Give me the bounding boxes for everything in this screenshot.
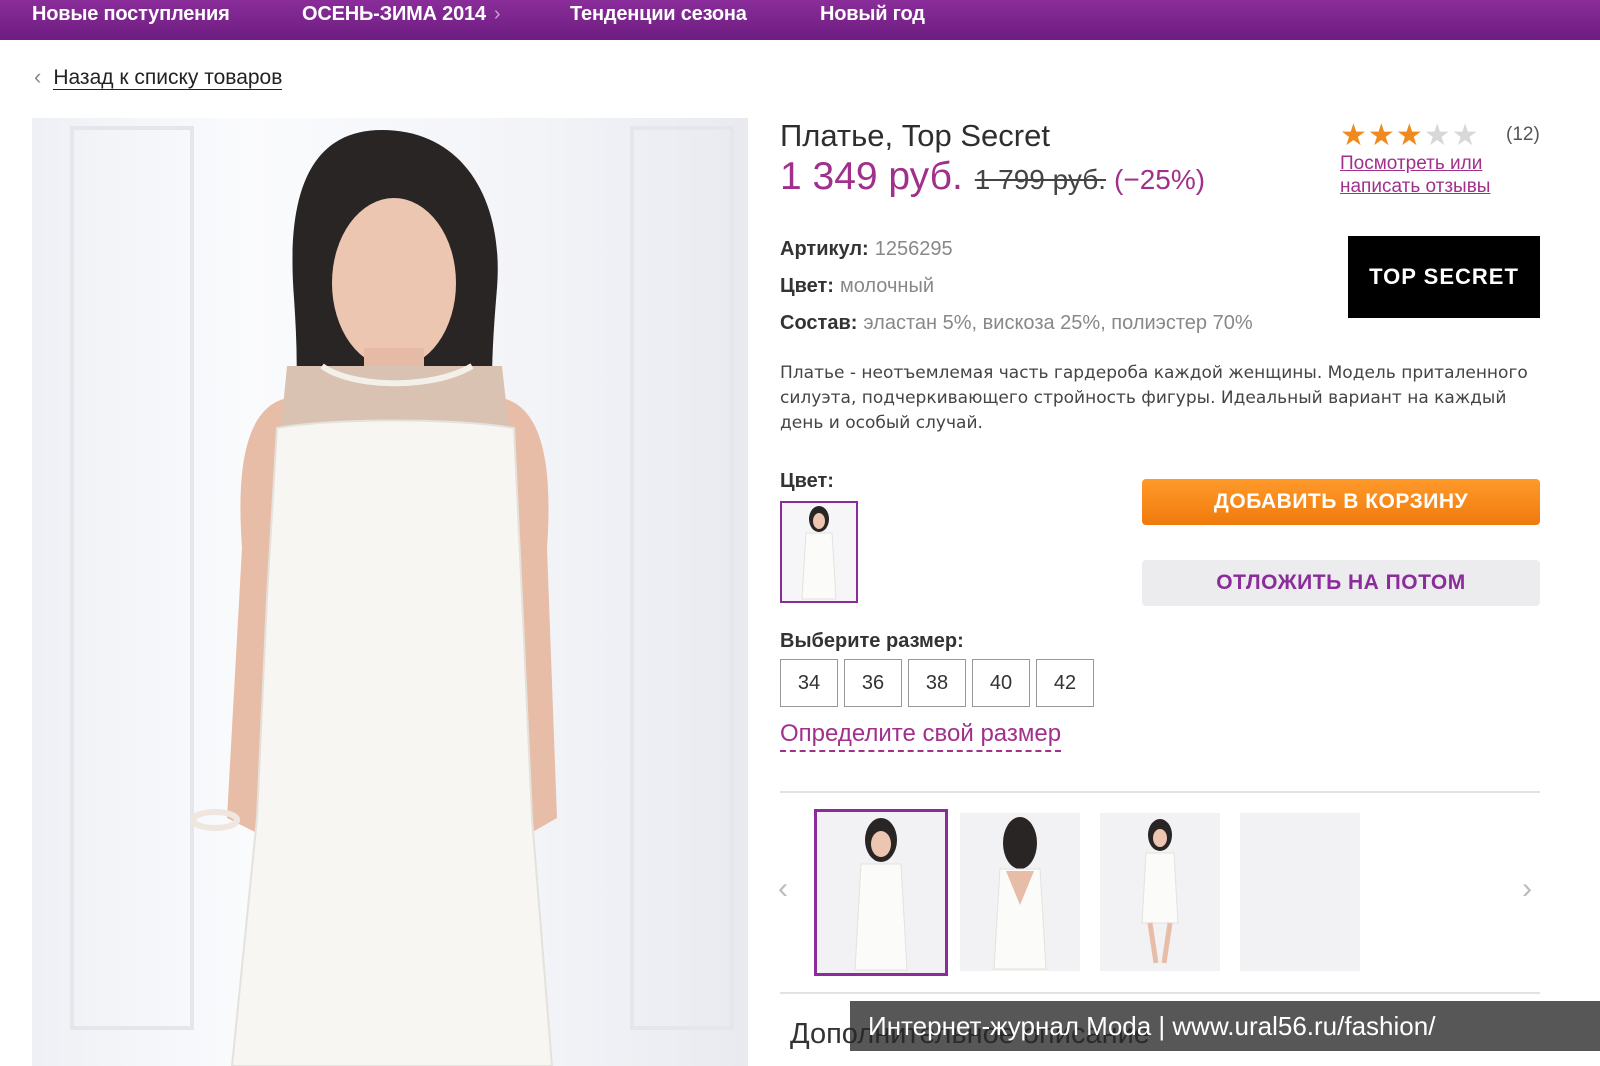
star-icon[interactable]: ★ bbox=[1340, 119, 1368, 152]
swatch-thumbnail bbox=[801, 506, 837, 600]
star-icon[interactable]: ★ bbox=[1424, 119, 1452, 152]
chevron-left-icon: ‹ bbox=[34, 64, 42, 89]
gallery-thumbnail[interactable] bbox=[960, 813, 1080, 971]
back-link-label: Назад к списку товаров bbox=[53, 66, 283, 90]
attribute-label: Состав: bbox=[780, 312, 858, 334]
add-to-cart-button[interactable]: ДОБАВИТЬ В КОРЗИНУ bbox=[1142, 479, 1540, 525]
nav-item-new-arrivals[interactable]: Новые поступления bbox=[32, 3, 230, 26]
size-option[interactable]: 40 bbox=[972, 659, 1030, 707]
attribute-composition: Состав: эластан 5%, вискоза 25%, полиэсте… bbox=[780, 312, 1253, 335]
divider bbox=[780, 791, 1540, 793]
size-selector: 34 36 38 40 42 bbox=[780, 659, 1100, 707]
star-icon[interactable]: ★ bbox=[1368, 119, 1396, 152]
product-description: Платье - неотъемлемая часть гардероба ка… bbox=[780, 363, 1528, 433]
back-to-list-link[interactable]: ‹ Назад к списку товаров bbox=[34, 64, 283, 90]
nav-item-new-year[interactable]: Новый год bbox=[820, 3, 925, 26]
star-icon[interactable]: ★ bbox=[1396, 119, 1424, 152]
reviews-link[interactable]: Посмотреть или написать отзывы bbox=[1340, 152, 1530, 198]
gallery-thumbnail[interactable] bbox=[1240, 813, 1360, 971]
rating-count: (12) bbox=[1506, 124, 1540, 145]
color-label: Цвет: bbox=[780, 470, 834, 492]
nav-item-autumn-winter[interactable]: ОСЕНЬ-ЗИМА 2014 › bbox=[302, 3, 501, 26]
size-option[interactable]: 42 bbox=[1036, 659, 1094, 707]
attribute-value: эластан 5%, вискоза 25%, полиэстер 70% bbox=[863, 312, 1253, 334]
brand-logo-text: TOP SECRET bbox=[1369, 264, 1519, 289]
product-photo-illustration bbox=[70, 126, 734, 1066]
size-label: Выберите размер: bbox=[780, 630, 964, 652]
gallery-thumbnail[interactable] bbox=[814, 809, 948, 976]
old-price: 1 799 руб. bbox=[974, 164, 1107, 195]
star-icon[interactable]: ★ bbox=[1452, 119, 1480, 152]
attribute-value: 1256295 bbox=[874, 238, 953, 260]
attribute-value: молочный bbox=[839, 275, 934, 297]
divider bbox=[780, 992, 1540, 994]
current-price: 1 349 руб. bbox=[780, 155, 963, 198]
attribute-article: Артикул: 1256295 bbox=[780, 238, 953, 261]
chevron-left-icon[interactable]: ‹ bbox=[778, 872, 788, 906]
watermark: Интернет-журнал Moda | www.ural56.ru/fas… bbox=[850, 1001, 1600, 1051]
brand-logo[interactable]: TOP SECRET bbox=[1348, 236, 1540, 318]
main-product-photo[interactable] bbox=[32, 118, 748, 1066]
product-title: Платье, Top Secret bbox=[780, 118, 1050, 153]
size-option[interactable]: 38 bbox=[908, 659, 966, 707]
discount-badge: (−25%) bbox=[1114, 164, 1206, 195]
chevron-right-icon[interactable]: › bbox=[1522, 872, 1532, 906]
size-option[interactable]: 36 bbox=[844, 659, 902, 707]
save-for-later-button[interactable]: ОТЛОЖИТЬ НА ПОТОМ bbox=[1142, 560, 1540, 606]
attribute-label: Цвет: bbox=[780, 275, 834, 297]
nav-item-season-trends[interactable]: Тенденции сезона bbox=[570, 3, 747, 26]
size-option[interactable]: 34 bbox=[780, 659, 838, 707]
chevron-right-icon: › bbox=[493, 3, 501, 25]
attribute-label: Артикул: bbox=[780, 238, 869, 260]
gallery-thumbnail[interactable] bbox=[1100, 813, 1220, 971]
price-row: 1 349 руб. 1 799 руб. (−25%) bbox=[780, 155, 1205, 199]
attribute-color: Цвет: молочный bbox=[780, 275, 934, 298]
nav-item-autumn-winter-label: ОСЕНЬ-ЗИМА 2014 bbox=[302, 3, 486, 25]
color-swatch[interactable] bbox=[780, 501, 858, 603]
rating-stars[interactable]: ★★★★★ bbox=[1340, 118, 1480, 153]
top-nav: Новые поступления ОСЕНЬ-ЗИМА 2014 › Тенде… bbox=[0, 0, 1600, 40]
size-help-link[interactable]: Определите свой размер bbox=[780, 720, 1062, 752]
